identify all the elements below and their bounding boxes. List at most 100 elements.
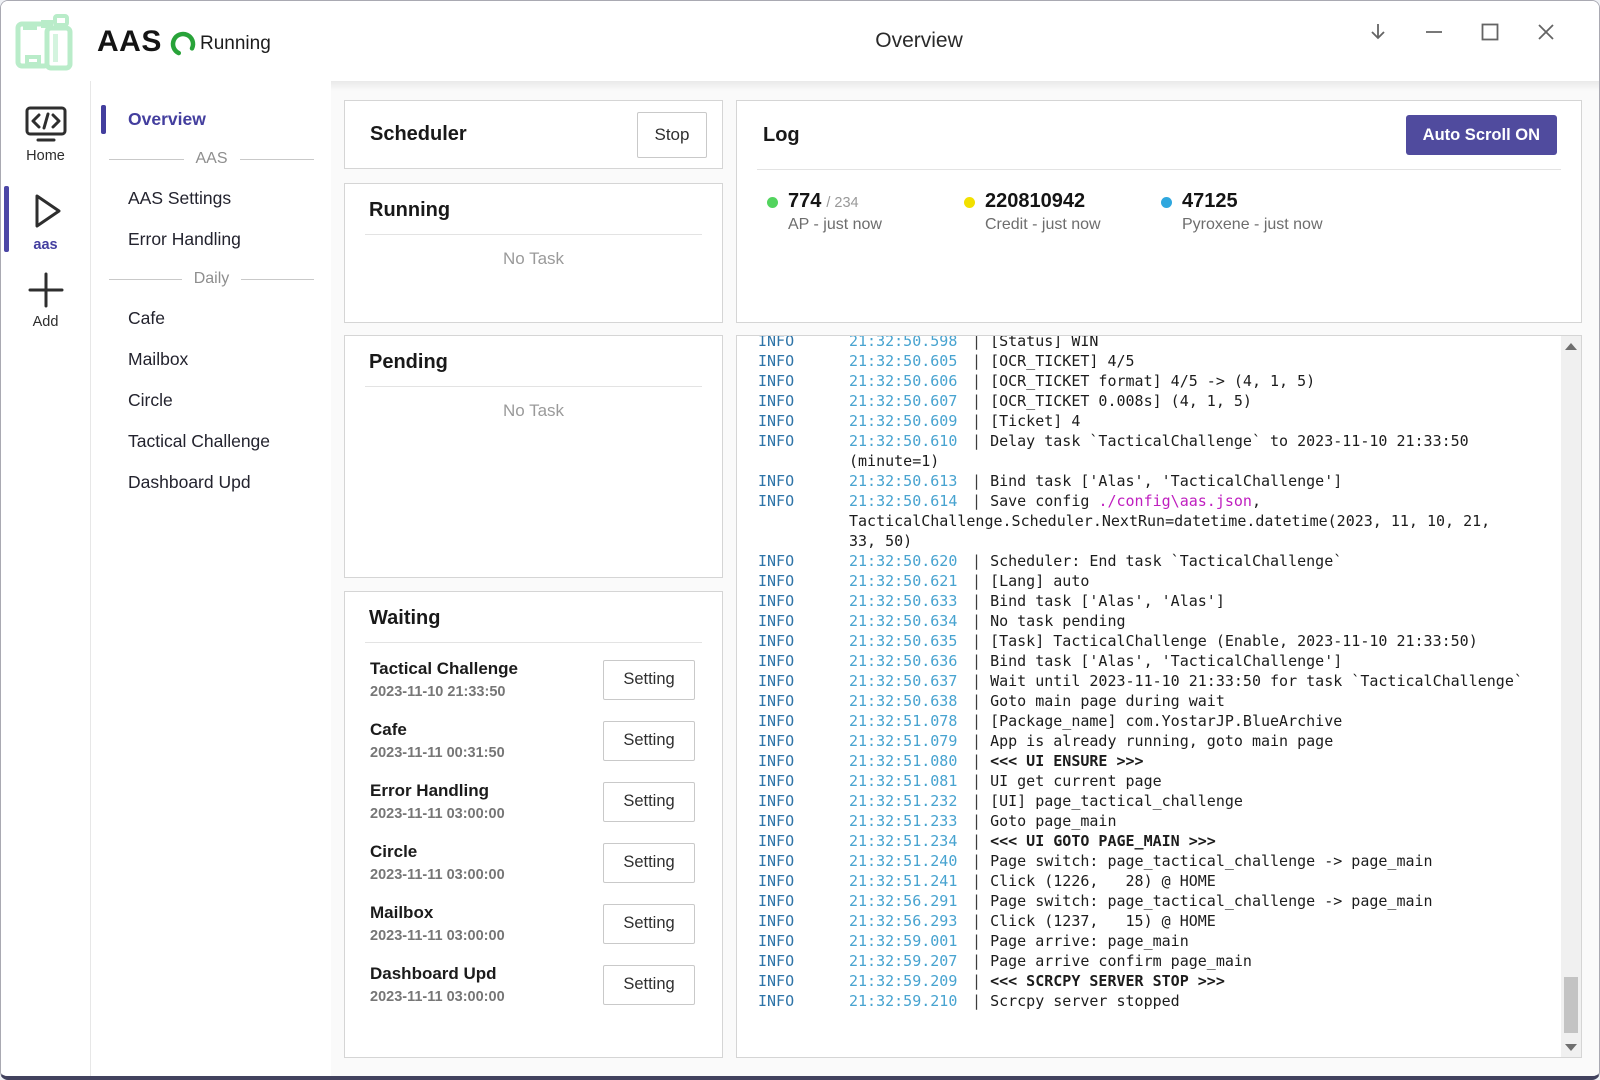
- task-name: Circle: [370, 842, 603, 862]
- task-next-run: 2023-11-11 03:00:00: [370, 867, 603, 883]
- log-line: INFO21:32:50.609| [Ticket] 4: [758, 411, 1560, 431]
- maximize-button[interactable]: [1477, 19, 1503, 45]
- pending-title: Pending: [369, 351, 448, 373]
- app-window: AAS Running Overview: [0, 0, 1600, 1080]
- scheduler-title: Scheduler: [370, 123, 467, 146]
- minimize-button[interactable]: [1421, 19, 1447, 45]
- nav-item-tactical-challenge[interactable]: Tactical Challenge: [92, 421, 331, 462]
- status-label: Running: [200, 33, 271, 55]
- task-setting-button[interactable]: Setting: [603, 965, 695, 1005]
- panel-divider: [365, 234, 702, 235]
- log-line: INFO21:32:50.613| Bind task ['Alas', 'Ta…: [758, 471, 1560, 491]
- log-line: INFO21:32:50.610| Delay task `TacticalCh…: [758, 431, 1560, 451]
- waiting-title: Waiting: [369, 607, 440, 629]
- nav-item-cafe[interactable]: Cafe: [92, 298, 331, 339]
- log-line: (minute=1): [758, 451, 1560, 471]
- stat-label: Pyroxene - just now: [1182, 216, 1323, 234]
- task-setting-button[interactable]: Setting: [603, 660, 695, 700]
- log-line: INFO21:32:50.633| Bind task ['Alas', 'Al…: [758, 591, 1560, 611]
- nav-item-dashboard-upd[interactable]: Dashboard Upd: [92, 462, 331, 503]
- log-line: INFO21:32:51.079| App is already running…: [758, 731, 1560, 751]
- task-next-run: 2023-11-10 21:33:50: [370, 684, 603, 700]
- task-next-run: 2023-11-11 03:00:00: [370, 928, 603, 944]
- auto-scroll-toggle-button[interactable]: Auto Scroll ON: [1406, 115, 1557, 155]
- task-setting-button[interactable]: Setting: [603, 782, 695, 822]
- log-line: INFO21:32:50.636| Bind task ['Alas', 'Ta…: [758, 651, 1560, 671]
- scheduler-panel: Scheduler Stop: [344, 100, 723, 169]
- running-empty-text: No Task: [345, 249, 722, 269]
- play-icon: [25, 190, 67, 232]
- log-scroll-area[interactable]: INFO21:32:50.598| [Status] WININFO21:32:…: [737, 336, 1560, 1057]
- nav-item-label: Overview: [128, 109, 206, 130]
- log-line: INFO21:32:51.232| [UI] page_tactical_cha…: [758, 791, 1560, 811]
- nav-item-overview[interactable]: Overview: [92, 99, 331, 140]
- log-body: INFO21:32:50.598| [Status] WININFO21:32:…: [758, 336, 1560, 1011]
- task-setting-button[interactable]: Setting: [603, 904, 695, 944]
- task-next-run: 2023-11-11 00:31:50: [370, 745, 603, 761]
- log-line: INFO21:32:59.207| Page arrive confirm pa…: [758, 951, 1560, 971]
- task-setting-button[interactable]: Setting: [603, 721, 695, 761]
- pending-panel: Pending No Task: [344, 335, 723, 578]
- log-line: INFO21:32:51.233| Goto page_main: [758, 811, 1560, 831]
- waiting-task-row: Cafe 2023-11-11 00:31:50Setting: [345, 710, 722, 771]
- stat-dot-icon: [1161, 197, 1172, 208]
- sidebar-nav: Overview AAS AAS SettingsError Handling Dai…: [92, 81, 331, 1076]
- nav-section-divider: AAS: [92, 140, 331, 178]
- rail-item-aas[interactable]: aas: [1, 190, 90, 253]
- log-line: INFO21:32:50.607| [OCR_TICKET 0.008s] (4…: [758, 391, 1560, 411]
- nav-item-mailbox[interactable]: Mailbox: [92, 339, 331, 380]
- log-line: INFO21:32:50.605| [OCR_TICKET] 4/5: [758, 351, 1560, 371]
- log-line: INFO21:32:50.606| [OCR_TICKET format] 4/…: [758, 371, 1560, 391]
- nav-list: Overview AAS AAS SettingsError Handling Dai…: [92, 99, 331, 503]
- log-line: 33, 50): [758, 531, 1560, 551]
- log-line: INFO21:32:50.620| Scheduler: End task `T…: [758, 551, 1560, 571]
- task-name: Dashboard Upd: [370, 964, 603, 984]
- log-scrollbar[interactable]: [1561, 336, 1581, 1057]
- task-setting-button[interactable]: Setting: [603, 843, 695, 883]
- log-line: INFO21:32:50.621| [Lang] auto: [758, 571, 1560, 591]
- rail-item-label: Add: [33, 314, 59, 330]
- log-header-panel: Log Auto Scroll ON 774/ 234AP - just now…: [736, 100, 1582, 323]
- task-name: Mailbox: [370, 903, 603, 923]
- waiting-panel: Waiting Tactical Challenge 2023-11-10 21:…: [344, 591, 723, 1058]
- titlebar: AAS Running Overview: [1, 1, 1599, 81]
- stat-label: AP - just now: [788, 216, 882, 234]
- stat-dot-icon: [767, 197, 778, 208]
- scrollbar-down-arrow[interactable]: [1561, 1037, 1581, 1057]
- waiting-task-row: Circle 2023-11-11 03:00:00Setting: [345, 832, 722, 893]
- stat-label: Credit - just now: [985, 216, 1101, 234]
- stat-value: 774: [788, 190, 821, 212]
- nav-item-label: Mailbox: [128, 349, 188, 370]
- window-controls: [1365, 19, 1559, 45]
- nav-section-label: AAS: [196, 150, 228, 168]
- log-line: INFO21:32:50.614| Save config ./config\a…: [758, 491, 1560, 511]
- stat-value: 47125: [1182, 190, 1238, 212]
- rail-item-label: aas: [33, 237, 57, 253]
- task-name: Cafe: [370, 720, 603, 740]
- nav-item-circle[interactable]: Circle: [92, 380, 331, 421]
- home-monitor-icon: [24, 105, 68, 143]
- waiting-task-row: Dashboard Upd2023-11-11 03:00:00Setting: [345, 954, 722, 1015]
- nav-section-divider: Daily: [92, 260, 331, 298]
- nav-item-error-handling[interactable]: Error Handling: [92, 219, 331, 260]
- task-name: Tactical Challenge: [370, 659, 603, 679]
- rail-item-home[interactable]: Home: [1, 105, 90, 164]
- rail-item-add[interactable]: Add: [1, 271, 90, 330]
- log-line: INFO21:32:51.240| Page switch: page_tact…: [758, 851, 1560, 871]
- nav-section-label: Daily: [194, 270, 230, 288]
- nav-item-aas-settings[interactable]: AAS Settings: [92, 178, 331, 219]
- scrollbar-thumb[interactable]: [1564, 977, 1578, 1033]
- log-line: TacticalChallenge.Scheduler.NextRun=date…: [758, 511, 1560, 531]
- nav-item-label: Dashboard Upd: [128, 472, 251, 493]
- log-line: INFO21:32:59.209| <<< SCRCPY SERVER STOP…: [758, 971, 1560, 991]
- hide-window-button[interactable]: [1365, 19, 1391, 45]
- log-line: INFO21:32:50.638| Goto main page during …: [758, 691, 1560, 711]
- scheduler-status: Running: [168, 29, 271, 59]
- running-spinner-icon: [168, 29, 198, 59]
- nav-item-label: Circle: [128, 390, 173, 411]
- scheduler-stop-button[interactable]: Stop: [637, 112, 707, 158]
- app-name: AAS: [97, 25, 162, 59]
- log-line: INFO21:32:59.001| Page arrive: page_main: [758, 931, 1560, 951]
- close-button[interactable]: [1533, 19, 1559, 45]
- scrollbar-up-arrow[interactable]: [1561, 336, 1581, 356]
